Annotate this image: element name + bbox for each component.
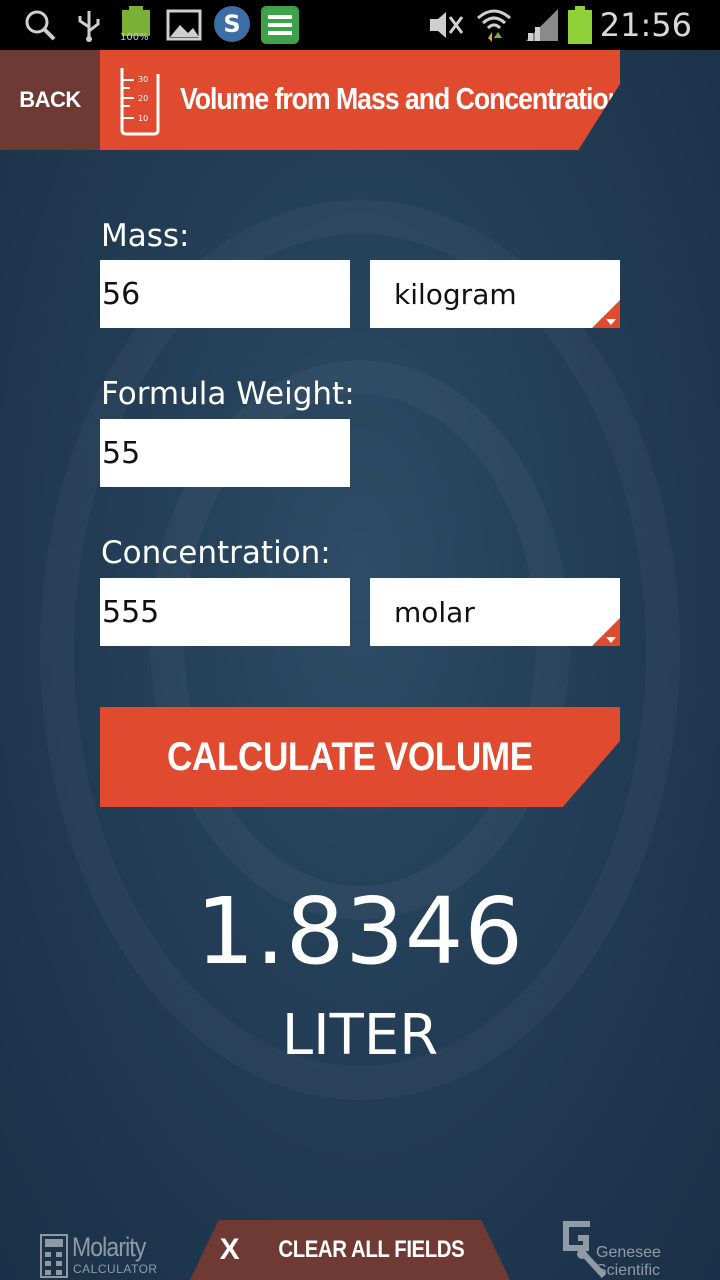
logo-left-subtitle: CALCULATOR: [73, 1262, 158, 1276]
battery-full-icon: 100%: [120, 6, 152, 44]
status-time: 21:56: [599, 6, 692, 44]
mute-icon: [430, 12, 464, 38]
concentration-unit-select[interactable]: molar: [370, 578, 620, 646]
concentration-label: Concentration:: [101, 535, 331, 571]
graduated-cylinder-icon: 30 20 10: [120, 68, 160, 136]
back-button[interactable]: BACK: [0, 50, 100, 150]
cylinder-tick-10: 10: [138, 114, 148, 123]
concentration-unit-value: molar: [394, 595, 475, 629]
battery-icon: [568, 6, 592, 44]
cylinder-tick-30: 30: [138, 75, 148, 84]
calculate-volume-button[interactable]: CALCULATE VOLUME: [100, 707, 620, 807]
logo-right-line2: Scientific: [596, 1262, 661, 1279]
molarity-calculator-logo: Molarity CALCULATOR: [40, 1232, 160, 1280]
close-icon: X: [219, 1233, 240, 1266]
logo-left-title: Molarity: [72, 1232, 146, 1262]
signal-icon: [526, 9, 558, 41]
logo-right-line1: Genesee: [596, 1244, 661, 1261]
page-title: Volume from Mass and Concentration: [180, 81, 623, 116]
image-icon: [166, 9, 202, 41]
genesee-scientific-logo: Genesee Scientific: [560, 1218, 680, 1280]
mass-unit-value: kilogram: [394, 277, 517, 311]
title-bar: 30 20 10 Volume from Mass and Concentrat…: [100, 50, 620, 150]
formula-weight-input[interactable]: [100, 419, 350, 487]
clear-all-fields-button[interactable]: X CLEAR ALL FIELDS: [190, 1220, 510, 1280]
result-unit: LITER: [281, 1003, 439, 1068]
mass-label: Mass:: [101, 218, 190, 254]
svg-text:S: S: [223, 10, 240, 38]
status-bar: 100% S 21:56: [0, 0, 720, 50]
concentration-input[interactable]: [100, 578, 350, 646]
battery-percent-label: 100%: [120, 32, 149, 43]
formula-weight-label: Formula Weight:: [101, 376, 355, 412]
mass-input[interactable]: [100, 260, 350, 328]
clear-all-fields-label: CLEAR ALL FIELDS: [278, 1236, 464, 1263]
result-value: 1.8346: [196, 878, 524, 985]
calculator-icon: [40, 1234, 68, 1278]
cylinder-tick-20: 20: [138, 94, 148, 103]
chevron-down-icon: [606, 637, 616, 643]
wifi-icon: [477, 9, 511, 42]
app-s-icon: S: [214, 6, 250, 42]
app-green-icon: [261, 6, 299, 44]
chevron-down-icon: [606, 319, 616, 325]
mass-unit-select[interactable]: kilogram: [370, 260, 620, 328]
calculate-volume-label: CALCULATE VOLUME: [167, 734, 533, 779]
search-icon: [25, 10, 56, 41]
usb-icon: [78, 11, 100, 42]
